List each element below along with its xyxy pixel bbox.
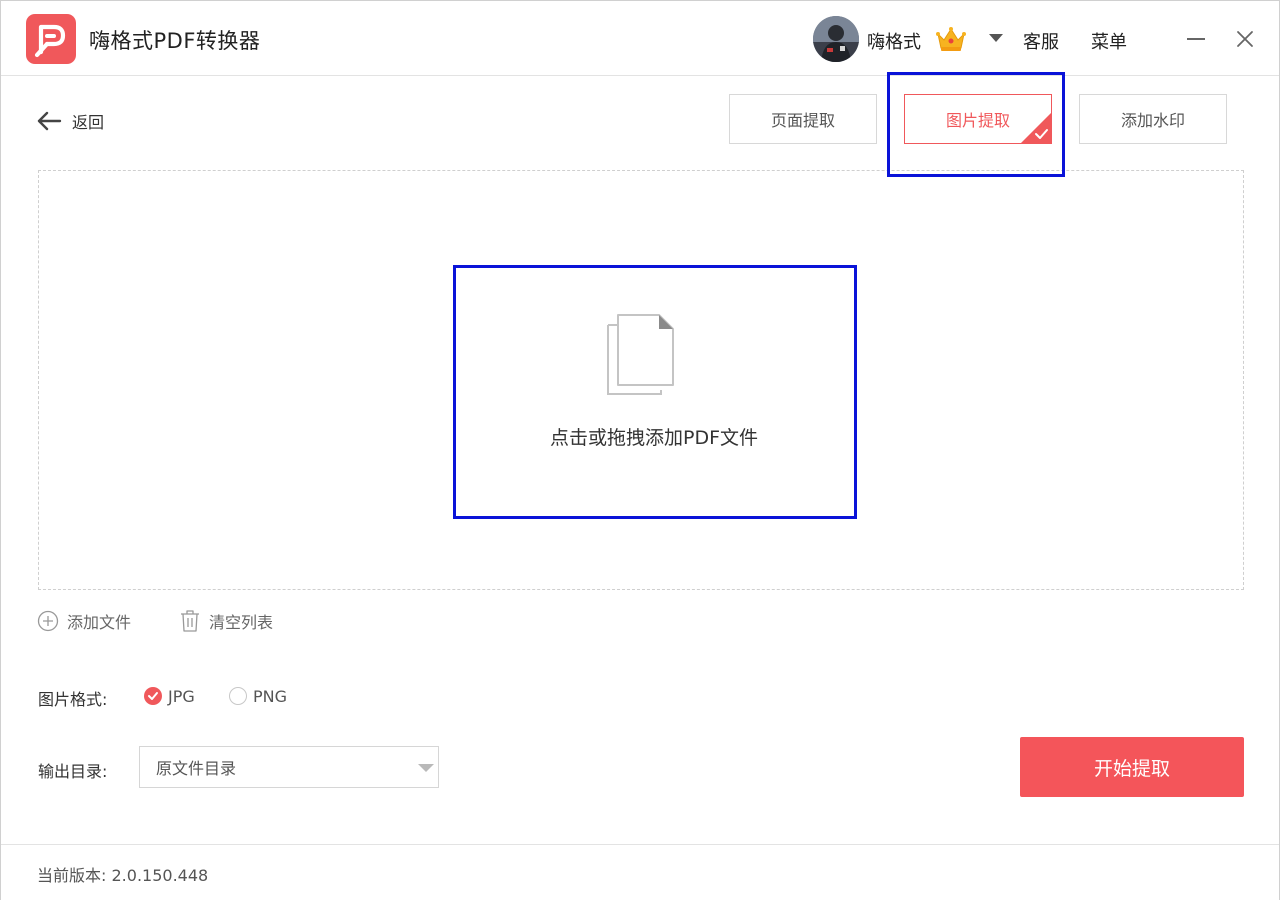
document-icon — [607, 314, 674, 395]
tab-label: 添加水印 — [1120, 111, 1185, 130]
output-dir-select[interactable]: 原文件目录 — [139, 746, 439, 788]
radio-unchecked-icon — [229, 687, 247, 705]
tab-label: 图片提取 — [945, 111, 1010, 130]
crown-icon — [936, 27, 966, 51]
add-file-button[interactable]: 添加文件 — [37, 608, 131, 634]
radio-label-jpg: JPG — [168, 686, 195, 706]
radio-checked-icon — [144, 687, 162, 705]
version-text: 当前版本: 2.0.150.448 — [37, 862, 208, 886]
image-format-label: 图片格式: — [38, 690, 108, 709]
add-file-label: 添加文件 — [67, 613, 132, 632]
tab-label: 页面提取 — [770, 111, 835, 130]
check-corner-icon — [1021, 113, 1051, 143]
app-title: 嗨格式PDF转换器 — [89, 29, 261, 53]
tab-page-extract[interactable]: 页面提取 — [729, 94, 877, 144]
start-extract-button[interactable]: 开始提取 — [1020, 737, 1244, 797]
radio-label-png: PNG — [253, 686, 288, 706]
close-icon[interactable] — [1233, 27, 1257, 51]
drop-zone-text: 点击或拖拽添加PDF文件 — [549, 427, 759, 449]
back-button[interactable]: 返回 — [36, 107, 104, 135]
title-bar: 嗨格式PDF转换器 嗨格式 客服 菜单 — [1, 1, 1279, 76]
version-value: 2.0.150.448 — [111, 866, 209, 885]
app-window: 嗨格式PDF转换器 嗨格式 客服 菜单 返回 页面提取 图片提取 添加水印 点击… — [0, 0, 1280, 900]
radio-jpg[interactable]: JPG — [144, 684, 195, 708]
tab-add-watermark[interactable]: 添加水印 — [1079, 94, 1227, 144]
back-label: 返回 — [72, 113, 105, 132]
customer-service-link[interactable]: 客服 — [1023, 28, 1059, 54]
avatar[interactable] — [813, 16, 859, 62]
radio-png[interactable]: PNG — [229, 684, 287, 708]
tab-image-extract[interactable]: 图片提取 — [904, 94, 1052, 144]
avatar-image — [813, 16, 859, 62]
chevron-down-icon — [418, 764, 434, 772]
output-dir-value: 原文件目录 — [156, 759, 237, 778]
add-circle-icon — [37, 610, 59, 632]
chevron-down-icon[interactable] — [989, 34, 1003, 42]
menu-link[interactable]: 菜单 — [1091, 28, 1127, 54]
footer: 当前版本: 2.0.150.448 — [1, 844, 1279, 900]
output-dir-label: 输出目录: — [38, 762, 108, 781]
minimize-icon[interactable] — [1187, 38, 1205, 40]
clear-list-label: 清空列表 — [209, 613, 274, 632]
trash-icon — [181, 610, 199, 632]
clear-list-button[interactable]: 清空列表 — [179, 608, 273, 634]
version-label: 当前版本: — [37, 866, 107, 885]
arrow-left-icon — [37, 111, 62, 131]
user-name[interactable]: 嗨格式 — [867, 28, 921, 54]
pdf-logo-icon — [26, 14, 76, 64]
